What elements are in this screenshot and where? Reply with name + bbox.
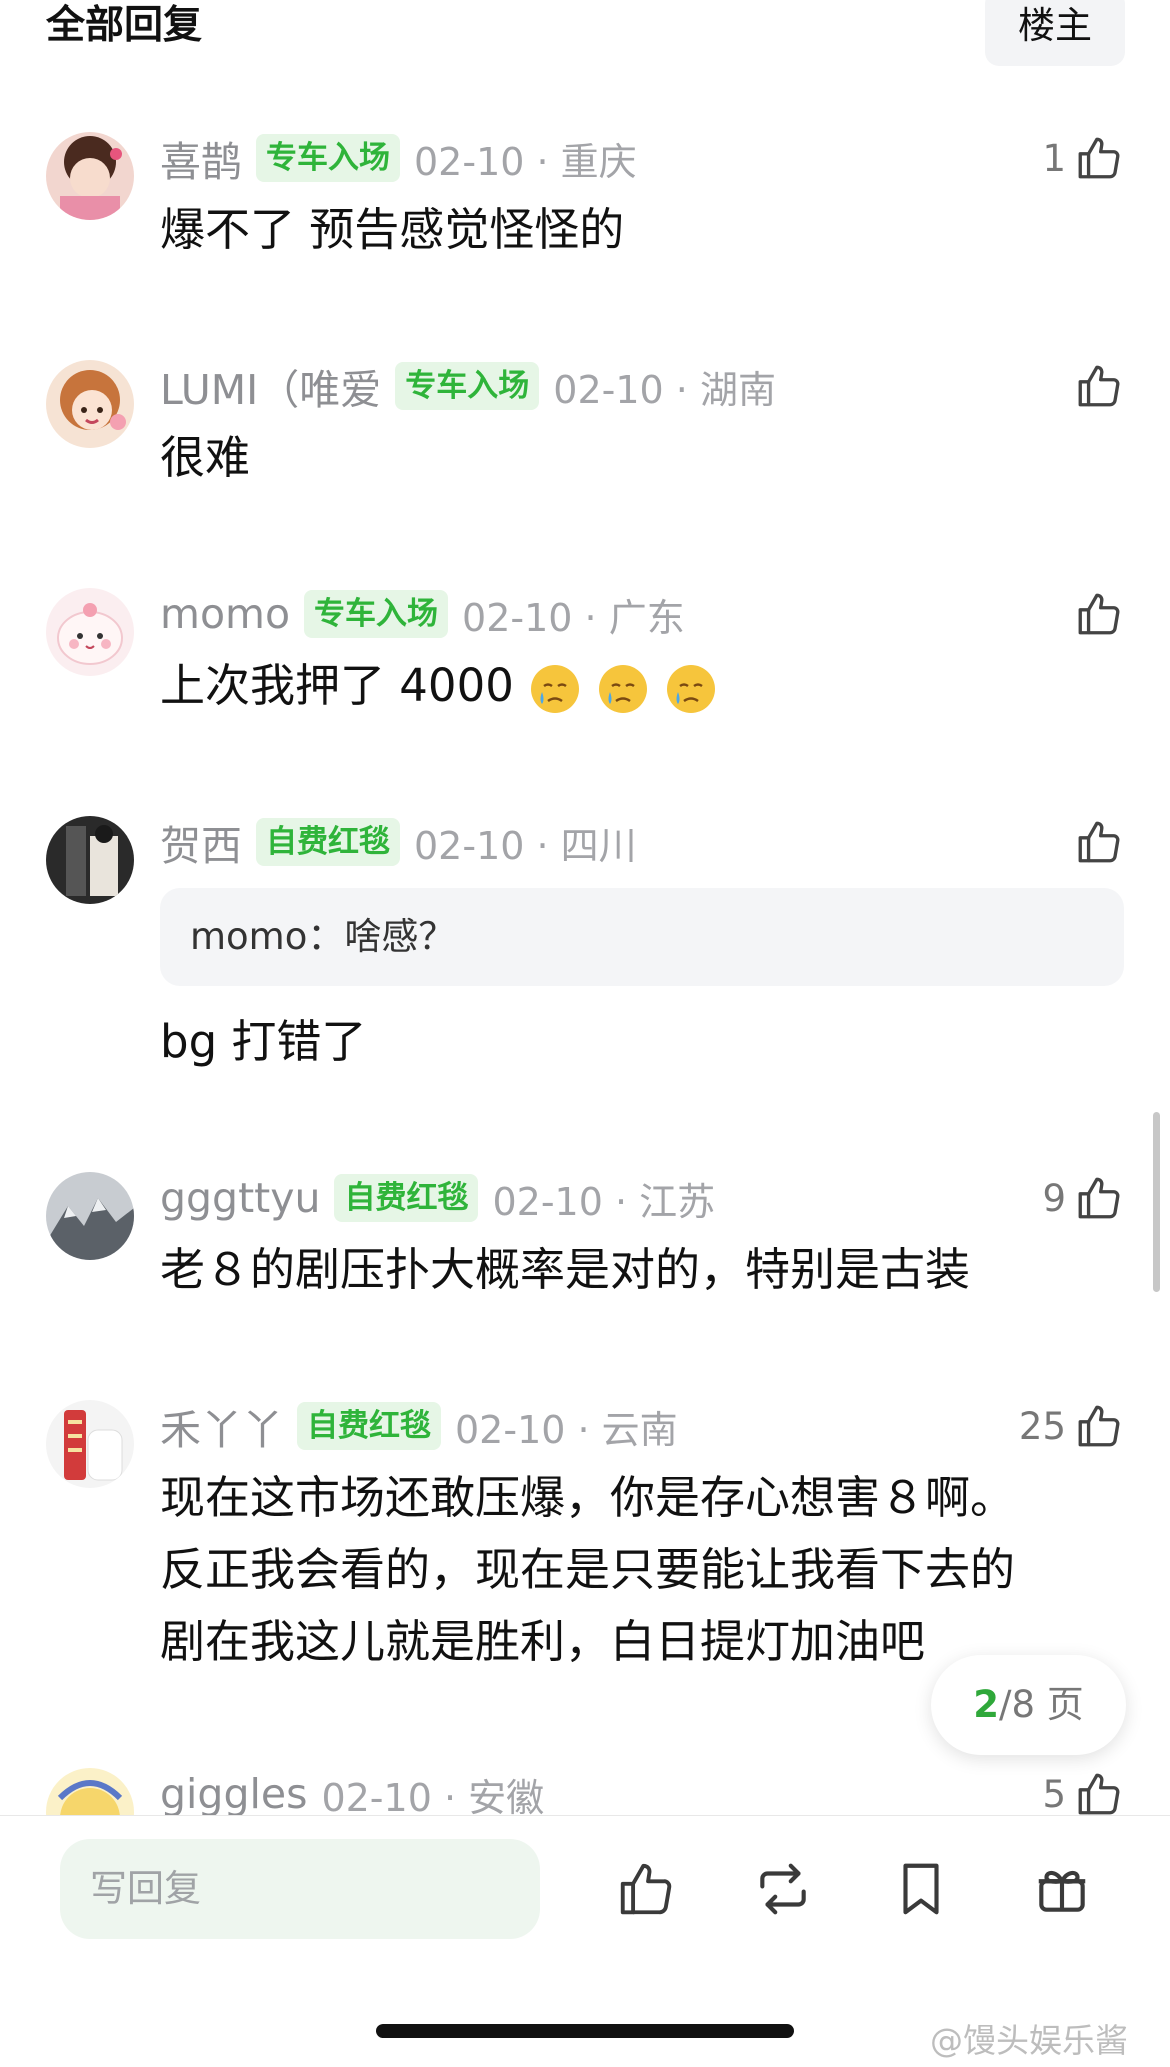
comment-date-location: 02-10 · 安徽 <box>321 1775 545 1816</box>
comment-text-body: 上次我押了 4000 <box>160 659 514 712</box>
thumbs-up-icon <box>1078 365 1120 407</box>
crying-face-emoji <box>598 665 647 713</box>
comment-item: giggles 02-10 · 安徽 5 <box>0 1764 1170 1815</box>
bookmark-button[interactable] <box>890 1858 952 1920</box>
comment-date-location: 02-10 · 广东 <box>462 595 685 640</box>
gift-icon <box>1038 1870 1086 1912</box>
comment-text: 老８的剧压扑大概率是对的，特别是古装 <box>160 1243 971 1296</box>
avatar[interactable] <box>46 1768 134 1815</box>
like-button[interactable]: 9 <box>1042 1172 1124 1224</box>
quote-author: momo： <box>190 915 345 958</box>
avatar[interactable] <box>46 1172 134 1260</box>
comment-date-location: 02-10 · 湖南 <box>553 367 776 412</box>
comment-meta: 喜鹊 专车入场 02-10 · 重庆 <box>160 132 637 186</box>
comment-meta: gggttyu 自费红毯 02-10 · 江苏 <box>160 1172 715 1224</box>
username[interactable]: 喜鹊 <box>160 128 242 188</box>
avatar[interactable] <box>46 1400 134 1488</box>
like-count: 25 <box>1018 1404 1066 1448</box>
replies-header: 全部回复 楼主 <box>0 0 1170 70</box>
quote-text: 啥感？ <box>344 915 456 958</box>
username[interactable]: gggttyu <box>160 1174 320 1222</box>
comment-text-line: 反正我会看的，现在是只要能让我看下去的 <box>160 1543 1016 1596</box>
username[interactable]: 贺西 <box>160 812 242 872</box>
comment-date-location: 02-10 · 江苏 <box>492 1179 716 1224</box>
like-count: 1 <box>1042 136 1066 180</box>
all-replies-title: 全部回复 <box>46 3 203 48</box>
comment-meta: momo 专车入场 02-10 · 广东 <box>160 588 685 640</box>
comment-date-location: 02-10 · 重庆 <box>414 139 637 184</box>
reply-input[interactable]: 写回复 <box>60 1839 540 1939</box>
comment-text-line: 现在这市场还敢压爆，你是存心想害８啊。 <box>160 1471 1016 1524</box>
watermark-text: @馒头娱乐酱 <box>930 2021 1128 2060</box>
user-badge: 自费红毯 <box>256 818 400 866</box>
quoted-reply[interactable]: momo：啥感？ <box>160 888 1124 986</box>
like-button[interactable] <box>1074 360 1124 412</box>
username[interactable]: momo <box>160 590 290 638</box>
gift-button[interactable] <box>1031 1858 1093 1920</box>
like-button[interactable]: 5 <box>1042 1768 1124 1815</box>
user-badge: 自费红毯 <box>334 1174 479 1222</box>
thumbs-up-icon <box>620 1863 672 1915</box>
like-button[interactable] <box>1074 816 1124 868</box>
like-button[interactable] <box>1074 588 1124 640</box>
comment-text: 很难 <box>160 431 251 484</box>
comment-text: 爆不了 预告感觉怪怪的 <box>160 203 625 256</box>
username[interactable]: LUMI（唯爱 <box>160 356 381 416</box>
user-badge: 专车入场 <box>395 362 540 410</box>
scrollbar[interactable] <box>1153 1112 1160 1292</box>
crying-face-emoji <box>530 665 579 713</box>
thumbs-up-icon <box>1078 593 1120 635</box>
username[interactable]: 禾丫丫 <box>160 1396 283 1456</box>
total-pages: /8 页 <box>998 1683 1084 1726</box>
repost-icon <box>760 1863 806 1915</box>
username[interactable]: giggles <box>160 1770 307 1815</box>
page-indicator[interactable]: 2/8 页 <box>931 1655 1126 1755</box>
like-button[interactable]: 1 <box>1042 132 1124 184</box>
thumbs-up-icon <box>1078 1177 1120 1219</box>
thumbs-up-icon <box>1078 1773 1120 1815</box>
avatar[interactable] <box>46 360 134 448</box>
thumbs-up-icon <box>1078 137 1120 179</box>
comment-text: 现在这市场还敢压爆，你是存心想害８啊。 反正我会看的，现在是只要能让我看下去的 … <box>160 1462 1015 1678</box>
avatar[interactable] <box>46 588 134 676</box>
avatar[interactable] <box>46 132 134 220</box>
avatar[interactable] <box>46 816 134 904</box>
like-post-button[interactable] <box>615 1858 677 1920</box>
comment-text: bg 打错了 <box>160 1015 367 1068</box>
comment-text: 上次我押了 4000 <box>160 650 718 722</box>
crying-face-emoji <box>666 665 715 713</box>
user-badge: 专车入场 <box>256 134 400 182</box>
comment-meta: LUMI（唯爱 专车入场 02-10 · 湖南 <box>160 360 776 414</box>
comment-meta: 贺西 自费红毯 02-10 · 四川 <box>160 816 637 870</box>
thumbs-up-icon <box>1078 821 1120 863</box>
home-indicator[interactable] <box>376 2024 794 2038</box>
like-count: 5 <box>1042 1772 1066 1816</box>
like-count: 9 <box>1042 1176 1066 1220</box>
user-badge: 自费红毯 <box>297 1402 441 1450</box>
like-button[interactable]: 25 <box>1019 1400 1124 1452</box>
thumbs-up-icon <box>1078 1405 1120 1447</box>
comment-date-location: 02-10 · 云南 <box>455 1407 678 1452</box>
comment-meta: giggles 02-10 · 安徽 <box>160 1768 544 1815</box>
bottom-action-bar: 写回复 @馒头娱乐酱 <box>0 1815 1170 2067</box>
comment-meta: 禾丫丫 自费红毯 02-10 · 云南 <box>160 1400 678 1454</box>
repost-button[interactable] <box>752 1858 814 1920</box>
current-page: 2 <box>973 1683 999 1726</box>
comment-text-line: 剧在我这儿就是胜利，白日提灯加油吧 <box>160 1615 926 1668</box>
bookmark-icon <box>903 1863 939 1915</box>
owner-only-button[interactable]: 楼主 <box>985 0 1125 66</box>
comment-date-location: 02-10 · 四川 <box>414 823 637 868</box>
user-badge: 专车入场 <box>304 590 449 638</box>
